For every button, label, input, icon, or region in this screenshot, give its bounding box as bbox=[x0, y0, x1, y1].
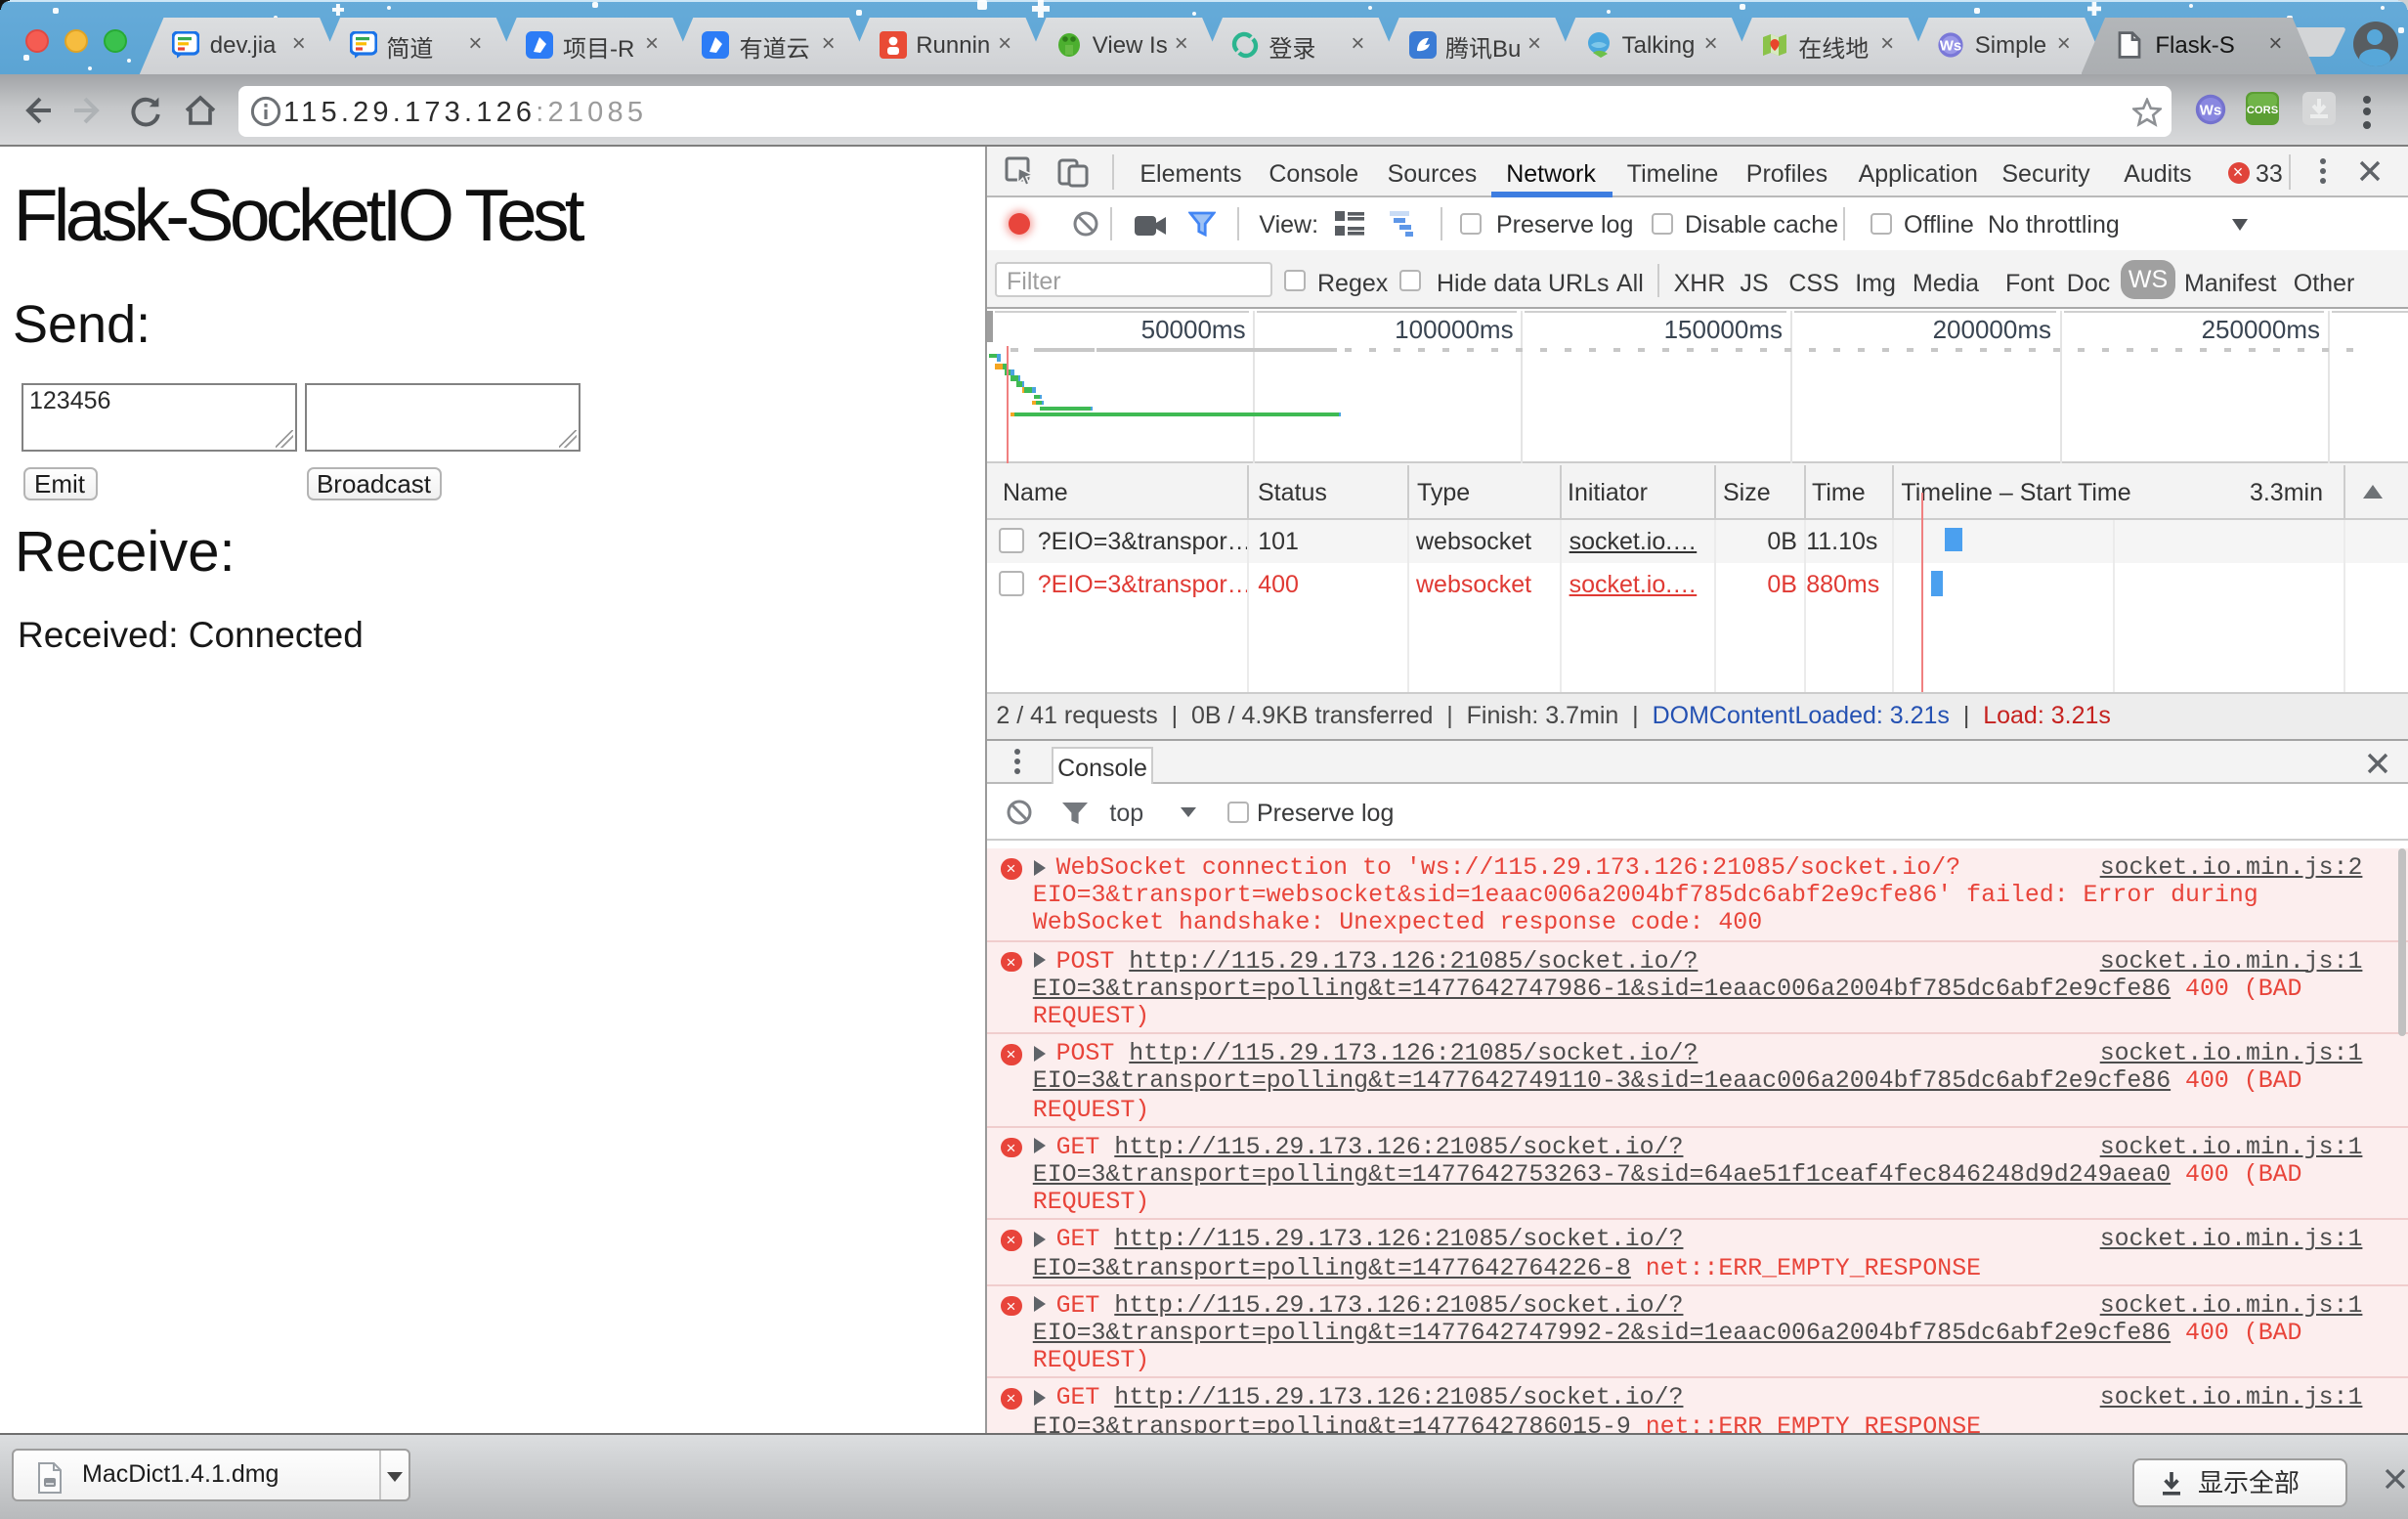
svg-text:Ws: Ws bbox=[1941, 37, 1963, 54]
svg-text:CORS: CORS bbox=[2247, 105, 2279, 116]
svg-text:Ws: Ws bbox=[2199, 102, 2221, 118]
